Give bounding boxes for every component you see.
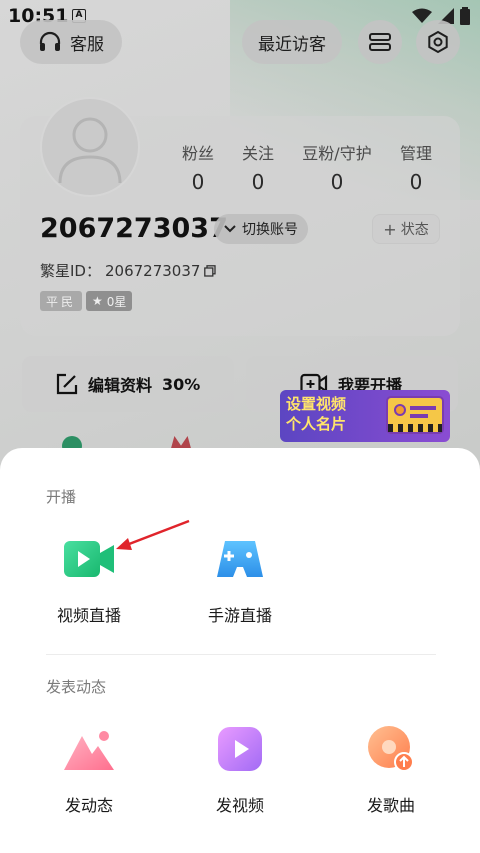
switch-account-label: 切换账号 [242,222,298,238]
video-card-promo-banner[interactable]: 设置视频 个人名片 [280,390,450,442]
promo-card-illustration [386,396,444,434]
post-video-item[interactable]: 发视频 [175,722,305,816]
star-badge-label: 0星 [106,294,127,309]
star-icon: ★ [92,294,103,308]
mobile-game-live-label: 手游直播 [207,606,272,625]
list-menu-icon [369,33,391,51]
fanxing-id-value: 2067273037 [104,261,201,280]
battery-icon [460,7,470,25]
edit-profile-label: 编辑资料 [88,376,153,395]
stat-label: 管理 [399,144,432,163]
post-song-item[interactable]: 发歌曲 [326,722,456,816]
stat-manage[interactable]: 管理 0 [396,140,436,194]
edit-profile-button[interactable]: 编辑资料 30% [22,356,234,412]
mountain-image-icon [62,722,116,776]
plus-icon: + [383,219,397,239]
post-video-label: 发视频 [215,796,264,815]
recent-visitors-label: 最近访客 [258,34,326,55]
video-camera-icon [62,532,116,586]
play-video-icon [213,722,267,776]
gear-icon [428,30,448,54]
stat-value: 0 [191,170,205,194]
copy-icon[interactable] [204,264,217,277]
promo-line-2: 个人名片 [286,415,347,433]
mobile-game-live-item[interactable]: 手游直播 [175,532,305,626]
stat-following[interactable]: 关注 0 [238,140,278,194]
post-moment-item[interactable]: 发动态 [24,722,154,816]
post-section-title: 发表动态 [46,678,107,696]
star-badge: ★ 0星 [86,291,133,311]
customer-service-label: 客服 [70,34,104,55]
stat-fans[interactable]: 粉丝 0 [178,140,218,194]
menu-button[interactable] [358,20,402,64]
fanxing-id-label: 繁星ID： [40,262,101,280]
switch-account-button[interactable]: 切换账号 [214,214,308,244]
chevron-down-icon [224,225,236,233]
stat-value: 0 [409,170,423,194]
section-divider [46,654,436,655]
stat-value: 0 [330,170,344,194]
headset-icon [39,31,61,51]
annotation-arrow [116,519,190,550]
status-label: 状态 [400,222,429,238]
live-section-title: 开播 [46,488,77,506]
gamepad-icon [213,532,267,586]
username: 2067273037 [40,213,228,244]
stat-label: 关注 [241,144,274,163]
rank-badge: 平民 [40,291,83,311]
stat-value: 0 [251,170,265,194]
default-avatar-icon [58,117,122,184]
fanxing-id: 繁星ID： 2067273037 [40,260,217,281]
promo-line-1: 设置视频 [286,395,347,413]
post-song-label: 发歌曲 [366,796,415,815]
stat-label: 豆粉/守护 [302,144,372,163]
edit-profile-percent: 30% [162,374,201,394]
status-button[interactable]: + 状态 [372,214,440,244]
customer-service-button[interactable]: 客服 [20,20,122,64]
stat-label: 粉丝 [181,144,214,163]
video-live-label: 视频直播 [56,606,121,625]
promo-text: 设置视频 个人名片 [286,394,374,434]
recent-visitors-button[interactable]: 最近访客 [242,20,342,64]
avatar[interactable] [40,97,140,197]
stat-doufen-guard[interactable]: 豆粉/守护 0 [298,140,376,194]
settings-button[interactable] [416,20,460,64]
music-disc-icon [364,722,418,776]
edit-icon [56,373,78,395]
post-moment-label: 发动态 [64,796,113,815]
